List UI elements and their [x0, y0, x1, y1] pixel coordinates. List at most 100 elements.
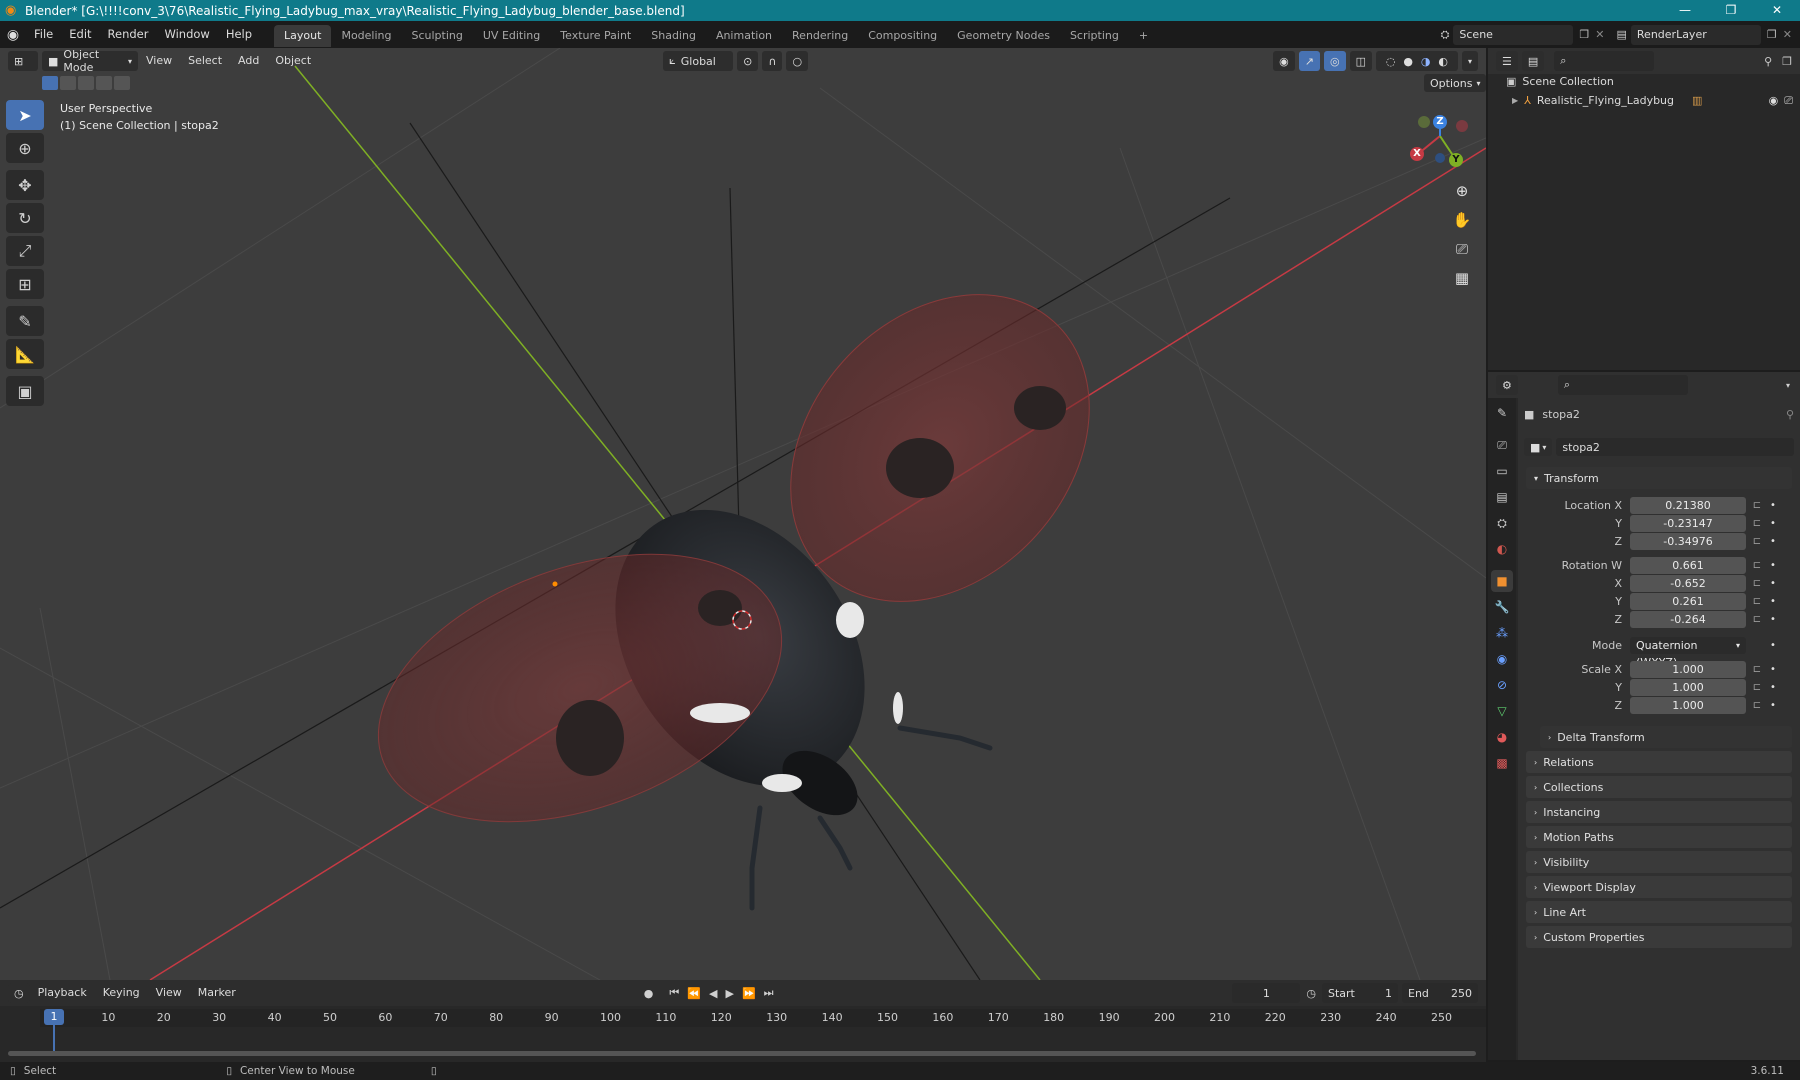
navigation-gizmo[interactable]: Z X Y [1400, 110, 1480, 172]
blender-menu-icon[interactable]: ◉ [0, 27, 26, 43]
scale-y-field[interactable]: 1.000 [1630, 679, 1746, 696]
select-subtract-icon[interactable] [78, 76, 94, 90]
tab-animation[interactable]: Animation [706, 25, 782, 47]
visibility-panel[interactable]: › Visibility [1526, 851, 1792, 873]
properties-editor-type[interactable]: ⚙ [1496, 375, 1518, 395]
lock-icon[interactable]: ⊏ [1746, 518, 1768, 529]
lock-icon[interactable]: ⊏ [1746, 500, 1768, 511]
3d-viewport[interactable] [0, 48, 1486, 980]
lock-icon[interactable]: ⊏ [1746, 536, 1768, 547]
menu-timeline-view[interactable]: View [148, 980, 190, 1006]
view-layer-selector[interactable]: RenderLayer [1630, 24, 1761, 45]
outliner-row-scene-collection[interactable]: ▣ Scene Collection [1506, 72, 1614, 91]
keyframe-dot-icon[interactable]: • [1768, 640, 1778, 651]
rotation-w-field[interactable]: 0.661 [1630, 557, 1746, 574]
visibility-eye-icon[interactable]: ◉ [1769, 94, 1779, 107]
move-tool[interactable]: ✥ [6, 170, 44, 200]
tab-texture-paint[interactable]: Texture Paint [550, 25, 641, 47]
current-frame-field[interactable]: 1 [1232, 983, 1301, 1003]
measure-tool[interactable]: 📐 [6, 339, 44, 369]
keyframe-dot-icon[interactable]: • [1768, 578, 1778, 589]
scale-x-field[interactable]: 1.000 [1630, 661, 1746, 678]
playhead-frame-label[interactable]: 1 [44, 1009, 64, 1025]
relations-panel[interactable]: › Relations [1526, 751, 1792, 773]
annotate-tool[interactable]: ✎ [6, 306, 44, 336]
tab-uv-editing[interactable]: UV Editing [473, 25, 550, 47]
display-mode-selector[interactable]: ▤ [1521, 51, 1545, 71]
object-browse-button[interactable]: ■ ▾ [1524, 438, 1553, 456]
tab-modeling[interactable]: Modeling [331, 25, 401, 47]
minimize-button[interactable]: — [1662, 0, 1708, 21]
add-cube-tool[interactable]: ▣ [6, 376, 44, 406]
editor-type-icon[interactable]: ⊞ [8, 51, 38, 71]
object-name-field[interactable]: stopa2 [1556, 438, 1794, 456]
keyframe-dot-icon[interactable]: • [1768, 664, 1778, 675]
instancing-panel[interactable]: › Instancing [1526, 801, 1792, 823]
overlays-toggle[interactable]: ◎ [1323, 51, 1346, 71]
add-workspace-button[interactable]: + [1129, 25, 1158, 47]
new-collection-icon[interactable]: ❐ [1782, 55, 1792, 68]
gizmo-y-axis[interactable]: Y [1449, 153, 1463, 167]
menu-window[interactable]: Window [156, 21, 217, 48]
pan-button[interactable]: ✋ [1448, 207, 1476, 233]
cursor-tool[interactable]: ⊕ [6, 133, 44, 163]
tab-geometry-nodes[interactable]: Geometry Nodes [947, 25, 1060, 47]
select-intersect-icon[interactable] [114, 76, 130, 90]
outliner-search[interactable]: ⌕ [1554, 51, 1655, 71]
scale-tool[interactable]: ⤢ [6, 236, 44, 266]
wireframe-shading-icon[interactable]: ◌ [1386, 55, 1396, 68]
menu-object[interactable]: Object [267, 48, 319, 74]
tab-physics[interactable]: ◉ [1491, 648, 1513, 670]
options-button[interactable]: Options ▾ [1424, 74, 1487, 92]
viewport-display-panel[interactable]: › Viewport Display [1526, 876, 1792, 898]
view-layer-icon[interactable]: ▤ [1617, 28, 1627, 41]
lock-icon[interactable]: ⊏ [1746, 560, 1768, 571]
location-z-field[interactable]: -0.34976 [1630, 533, 1746, 550]
tab-data[interactable]: ▽ [1491, 700, 1513, 722]
menu-marker[interactable]: Marker [190, 980, 244, 1006]
menu-playback[interactable]: Playback [30, 980, 95, 1006]
tab-modifiers[interactable]: 🔧 [1491, 596, 1513, 618]
tab-render[interactable]: ⎚ [1491, 434, 1513, 456]
lock-icon[interactable]: ⊏ [1746, 700, 1768, 711]
shading-mode-group[interactable]: ◌ ● ◑ ◐ [1375, 51, 1458, 71]
solid-shading-icon[interactable]: ● [1403, 55, 1413, 68]
tab-constraints[interactable]: ⊘ [1491, 674, 1513, 696]
tab-view-layer[interactable]: ▤ [1491, 486, 1513, 508]
jump-keyframe-back-icon[interactable]: ⏪ [687, 987, 701, 1000]
visibility-selector[interactable]: ◉ [1273, 51, 1295, 71]
remove-scene-icon[interactable]: ✕ [1595, 28, 1604, 41]
start-frame-field[interactable]: Start 1 [1322, 983, 1398, 1003]
rotation-x-field[interactable]: -0.652 [1630, 575, 1746, 592]
lock-icon[interactable]: ⊏ [1746, 614, 1768, 625]
new-scene-icon[interactable]: ❐ [1579, 28, 1589, 41]
outliner-row-ladybug[interactable]: ▶ ⅄ Realistic_Flying_Ladybug ▥ ◉ ⎚ [1512, 91, 1797, 110]
menu-edit[interactable]: Edit [61, 21, 99, 48]
select-box-tool[interactable]: ➤ [6, 100, 44, 130]
rotate-tool[interactable]: ↻ [6, 203, 44, 233]
keyframe-dot-icon[interactable]: • [1768, 614, 1778, 625]
delta-transform-subpanel[interactable]: › Delta Transform [1540, 726, 1792, 748]
gizmo-toggle[interactable]: ↗ [1298, 51, 1320, 71]
keyframe-dot-icon[interactable]: • [1768, 560, 1778, 571]
render-camera-icon[interactable]: ⎚ [1784, 94, 1793, 108]
lock-icon[interactable]: ⊏ [1746, 596, 1768, 607]
scene-icon[interactable]: ⛭ [1441, 28, 1450, 42]
lock-icon[interactable]: ⊏ [1746, 682, 1768, 693]
transform-panel-header[interactable]: ▾ Transform [1526, 467, 1792, 489]
jump-start-icon[interactable]: ⏮ [669, 986, 679, 1000]
menu-add[interactable]: Add [230, 48, 267, 74]
tab-sculpting[interactable]: Sculpting [402, 25, 473, 47]
pivot-point-button[interactable]: ⊙ [737, 51, 759, 71]
proportional-editing-toggle[interactable]: ○ [786, 51, 809, 71]
tab-shading[interactable]: Shading [641, 25, 706, 47]
scene-selector[interactable]: Scene [1453, 24, 1574, 45]
transform-orientation-selector[interactable]: ⟀ Global [663, 51, 734, 71]
play-reverse-icon[interactable]: ◀ [709, 987, 717, 1000]
rotation-z-field[interactable]: -0.264 [1630, 611, 1746, 628]
mode-selector[interactable]: ■ Object Mode ▾ [42, 48, 138, 74]
tab-particles[interactable]: ⁂ [1491, 622, 1513, 644]
close-button[interactable]: ✕ [1754, 0, 1800, 21]
shading-options-button[interactable]: ▾ [1461, 51, 1478, 71]
tab-material[interactable]: ◕ [1491, 726, 1513, 748]
